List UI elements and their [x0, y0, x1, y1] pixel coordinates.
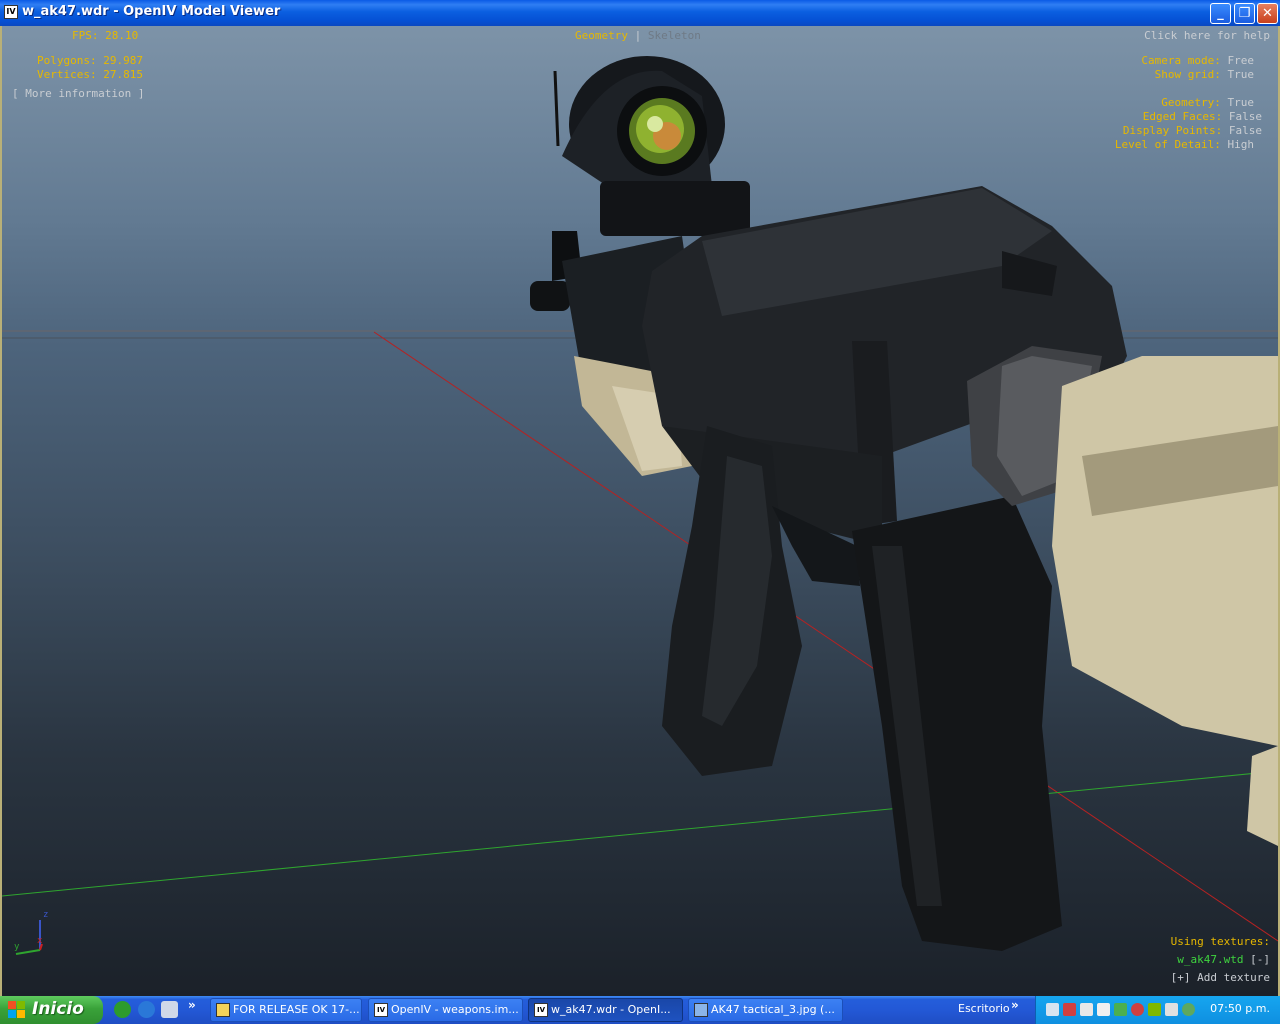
- taskbar-button-model-viewer[interactable]: IV w_ak47.wdr - OpenI...: [528, 998, 683, 1022]
- fps-value: 28.10: [105, 29, 139, 42]
- taskbar-button-label: FOR RELEASE OK 17-...: [233, 1003, 360, 1016]
- remove-texture-button[interactable]: [-]: [1250, 953, 1270, 966]
- geometry-label: Geometry:: [1161, 96, 1221, 109]
- minimize-button[interactable]: _: [1210, 3, 1231, 24]
- edged-faces-setting[interactable]: Edged Faces: False: [1143, 110, 1262, 124]
- display-points-label: Display Points:: [1122, 124, 1223, 137]
- lod-value: High: [1227, 138, 1255, 151]
- desktop-toolbar-label[interactable]: Escritorio: [958, 1002, 1010, 1015]
- taskbar-button-label: w_ak47.wdr - OpenI...: [551, 1003, 671, 1016]
- system-clock[interactable]: 07:50 p.m.: [1210, 1002, 1270, 1015]
- tab-separator: |: [634, 29, 642, 42]
- taskbar-button-label: OpenIV - weapons.im...: [391, 1003, 519, 1016]
- openiv-icon: IV: [374, 1003, 388, 1017]
- fps-label: FPS:: [72, 29, 99, 42]
- openiv-model-viewer-window: IV w_ak47.wdr - OpenIV Model Viewer _ ❐ …: [0, 0, 1280, 996]
- scope-model: [553, 56, 750, 236]
- nvidia-icon[interactable]: [1148, 1003, 1161, 1016]
- vertices-readout: Vertices: 27.815: [37, 68, 143, 82]
- start-label: Inicio: [32, 999, 84, 1019]
- fps-readout: FPS: 28.10: [72, 29, 138, 43]
- vertices-label: Vertices:: [37, 68, 97, 81]
- security-alert-icon[interactable]: [1131, 1003, 1144, 1016]
- taskbar: Inicio » FOR RELEASE OK 17-... IV OpenIV…: [0, 996, 1280, 1024]
- signal-bars-icon[interactable]: [1114, 1003, 1127, 1016]
- desktop-toolbar-chevron[interactable]: »: [1011, 998, 1019, 1012]
- folder-icon: [216, 1003, 230, 1017]
- taskbar-button-folder[interactable]: FOR RELEASE OK 17-...: [210, 998, 362, 1022]
- taskbar-button-image-viewer[interactable]: AK47 tactical_3.jpg (...: [688, 998, 843, 1022]
- display-points-setting[interactable]: Display Points: False: [1123, 124, 1262, 138]
- safely-remove-icon[interactable]: [1182, 1003, 1195, 1016]
- polygons-value: 29.987: [103, 54, 143, 67]
- volume-icon[interactable]: [1165, 1003, 1178, 1016]
- lod-label: Level of Detail:: [1114, 138, 1221, 151]
- taskbar-button-label: AK47 tactical_3.jpg (...: [711, 1003, 835, 1016]
- internet-explorer-icon[interactable]: [138, 1001, 155, 1018]
- pistol-grip: [852, 496, 1062, 951]
- utorrent-icon[interactable]: [114, 1001, 131, 1018]
- show-grid-value: True: [1227, 68, 1255, 81]
- help-link[interactable]: Click here for help: [1144, 29, 1270, 43]
- window-titlebar[interactable]: IV w_ak47.wdr - OpenIV Model Viewer _ ❐ …: [0, 0, 1280, 26]
- start-button[interactable]: Inicio: [0, 996, 103, 1024]
- show-grid-setting[interactable]: Show grid: True: [1155, 68, 1254, 82]
- network-error-icon[interactable]: [1063, 1003, 1076, 1016]
- taskbar-button-openiv-weapons[interactable]: IV OpenIV - weapons.im...: [368, 998, 523, 1022]
- show-desktop-icon[interactable]: [161, 1001, 178, 1018]
- edged-faces-value: False: [1228, 110, 1262, 123]
- maximize-button[interactable]: ❐: [1234, 3, 1255, 24]
- windows-flag-icon: [8, 1001, 25, 1018]
- signal-icon[interactable]: [1046, 1003, 1059, 1016]
- using-textures-label: Using textures:: [1170, 935, 1270, 948]
- polygons-label: Polygons:: [37, 54, 97, 67]
- panda-antivirus-icon[interactable]: [1097, 1003, 1110, 1016]
- close-button[interactable]: ✕: [1257, 3, 1278, 24]
- texture-file-name[interactable]: w_ak47.wtd: [1177, 953, 1243, 966]
- tab-skeleton[interactable]: Skeleton: [648, 29, 701, 42]
- quick-launch-chevron[interactable]: »: [188, 998, 196, 1012]
- view-mode-tabs: Geometry | Skeleton: [575, 29, 701, 43]
- more-information-link[interactable]: [ More information ]: [12, 87, 144, 101]
- search-icon[interactable]: [1080, 1003, 1093, 1016]
- level-of-detail-setting[interactable]: Level of Detail: High: [1115, 138, 1254, 152]
- image-icon: [694, 1003, 708, 1017]
- 3d-viewport[interactable]: FPS: 28.10 Polygons: 29.987 Vertices: 27…: [0, 26, 1280, 996]
- openiv-app-icon: IV: [4, 5, 18, 19]
- window-title: w_ak47.wdr - OpenIV Model Viewer: [22, 4, 281, 19]
- add-texture-button[interactable]: [+] Add texture: [1171, 971, 1270, 985]
- geometry-value: True: [1227, 96, 1255, 109]
- axis-x-label: x: [37, 936, 43, 946]
- openiv-icon: IV: [534, 1003, 548, 1017]
- axis-z-label: z: [43, 910, 49, 920]
- texture-entry: w_ak47.wtd [-]: [1177, 953, 1270, 967]
- y-axis-line: [2, 770, 1278, 897]
- tab-geometry[interactable]: Geometry: [575, 29, 628, 42]
- display-points-value: False: [1228, 124, 1262, 137]
- edged-faces-label: Edged Faces:: [1142, 110, 1223, 123]
- camera-mode-label: Camera mode:: [1141, 54, 1221, 67]
- geometry-setting[interactable]: Geometry: True: [1161, 96, 1254, 110]
- axis-y-label: y: [14, 942, 20, 952]
- camera-mode-value: Free: [1227, 54, 1255, 67]
- system-tray: 07:50 p.m.: [1035, 996, 1280, 1024]
- camera-mode-setting[interactable]: Camera mode: Free: [1141, 54, 1254, 68]
- show-grid-label: Show grid:: [1154, 68, 1221, 81]
- model-render: [2, 56, 1278, 955]
- polygons-readout: Polygons: 29.987: [37, 54, 143, 68]
- vertices-value: 27.815: [103, 68, 143, 81]
